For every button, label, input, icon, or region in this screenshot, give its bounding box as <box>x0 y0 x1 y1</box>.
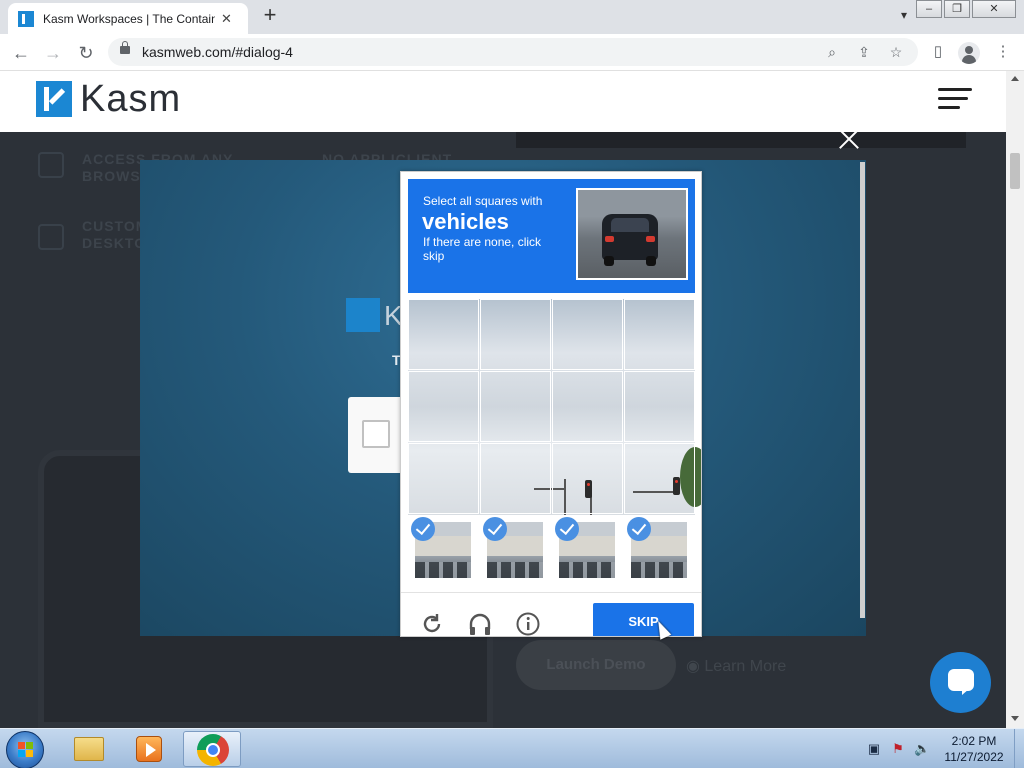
captcha-tile[interactable] <box>408 299 479 370</box>
captcha-tile[interactable] <box>624 371 695 442</box>
lock-icon[interactable] <box>120 41 130 54</box>
page-device-frame <box>516 132 966 148</box>
launch-demo-button[interactable]: Launch Demo <box>516 640 676 690</box>
page-scrollbar[interactable] <box>1006 71 1024 728</box>
reload-icon[interactable]: ↻ <box>73 40 99 66</box>
network-icon[interactable]: ▣ <box>866 741 882 757</box>
scroll-down-icon[interactable] <box>1011 716 1019 721</box>
play-icon: ◉ <box>686 658 705 675</box>
new-tab-button[interactable]: + <box>258 4 282 28</box>
captcha-instruction: Select all squares with <box>423 194 543 208</box>
tab-title: Kasm Workspaces | The Containe <box>43 11 215 26</box>
kasm-logo-icon[interactable] <box>36 81 72 117</box>
clock-time: 2:02 PM <box>951 734 997 748</box>
learn-more-label: Learn More <box>704 658 787 675</box>
captcha-challenge: Select all squares with vehicles If ther… <box>400 171 702 637</box>
folder-icon <box>74 737 104 761</box>
feature-browser-icon <box>38 152 64 178</box>
captcha-tile[interactable] <box>408 371 479 442</box>
zoom-search-icon[interactable]: ⌕ <box>822 42 842 62</box>
learn-more-link[interactable]: ◉ Learn More <box>686 656 786 676</box>
chat-bubble-icon <box>948 669 974 695</box>
share-icon[interactable]: ⇪ <box>854 42 874 62</box>
windows-taskbar: ▣ ⚑ 🔈 2:02 PM 11/27/2022 <box>0 728 1024 768</box>
modal-close-icon[interactable] <box>836 126 862 152</box>
modal-kasm-logo-icon <box>346 298 380 332</box>
scroll-up-icon[interactable] <box>1011 76 1019 81</box>
captcha-tile[interactable] <box>552 371 623 442</box>
chrome-icon <box>197 734 229 766</box>
window-controls: ‒ ❐ ✕ <box>914 0 1016 18</box>
profile-avatar-icon[interactable] <box>958 42 980 64</box>
taskbar-clock[interactable]: 2:02 PM 11/27/2022 <box>936 733 1012 765</box>
taskbar-chrome[interactable] <box>183 731 241 767</box>
captcha-tile[interactable] <box>408 443 479 514</box>
side-panel-icon[interactable]: ▯ <box>926 40 950 64</box>
kasm-favicon-icon <box>18 10 34 27</box>
captcha-sample-image <box>576 188 688 280</box>
minimize-button[interactable]: ‒ <box>916 0 942 18</box>
chat-support-button[interactable] <box>930 652 991 713</box>
captcha-skip-hint: If there are none, click skip <box>423 235 542 263</box>
captcha-header: Select all squares with vehicles If ther… <box>408 179 695 293</box>
modal-scrollbar[interactable] <box>860 162 865 618</box>
captcha-tile[interactable] <box>552 299 623 370</box>
captcha-image-grid <box>408 299 701 515</box>
hamburger-menu-icon[interactable] <box>938 88 972 110</box>
feature-text: CUSTOM <box>82 218 149 234</box>
taskbar-media-player[interactable] <box>120 731 178 767</box>
start-button[interactable] <box>6 731 44 768</box>
tab-kasm[interactable]: Kasm Workspaces | The Containe ✕ <box>8 3 248 34</box>
feature-desktop-icon <box>38 224 64 250</box>
captcha-tile[interactable] <box>480 443 551 514</box>
address-bar[interactable]: kasmweb.com/#dialog-4 ⌕ ⇪ ☆ <box>108 38 918 66</box>
taskbar-explorer[interactable] <box>60 731 118 767</box>
selected-check-icon <box>483 517 507 541</box>
media-player-icon <box>136 736 162 762</box>
captcha-tile[interactable] <box>624 299 695 370</box>
captcha-tile[interactable] <box>480 371 551 442</box>
selected-check-icon <box>555 517 579 541</box>
site-logo-text[interactable]: Kasm <box>80 78 181 121</box>
selected-check-icon <box>627 517 651 541</box>
restore-button[interactable]: ❐ <box>944 0 970 18</box>
url-text[interactable]: kasmweb.com/#dialog-4 <box>142 44 293 60</box>
tab-search-chevron-icon[interactable]: ▾ <box>895 8 913 26</box>
action-center-flag-icon[interactable]: ⚑ <box>890 741 906 757</box>
kebab-menu-icon[interactable]: ⋮ <box>991 40 1015 64</box>
captcha-tile[interactable] <box>552 443 623 514</box>
skip-button[interactable]: SKIP <box>593 603 694 636</box>
windows-logo-icon <box>18 742 34 758</box>
refresh-icon[interactable] <box>419 611 445 637</box>
scrollbar-thumb[interactable] <box>1010 153 1020 189</box>
captcha-tile[interactable] <box>624 443 695 514</box>
clock-date: 11/27/2022 <box>944 750 1004 764</box>
volume-icon[interactable]: 🔈 <box>914 741 930 757</box>
site-header: Kasm <box>0 71 1006 132</box>
selected-check-icon <box>411 517 435 541</box>
bookmark-star-icon[interactable]: ☆ <box>886 42 906 62</box>
tab-close-icon[interactable]: ✕ <box>221 11 232 27</box>
browser-toolbar: ← → ↻ kasmweb.com/#dialog-4 ⌕ ⇪ ☆ ▯ ⋮ <box>0 34 1024 71</box>
tab-strip: Kasm Workspaces | The Containe ✕ + ▾ ‒ ❐… <box>0 0 1024 34</box>
back-arrow-icon[interactable]: ← <box>8 40 34 66</box>
headphones-audio-icon[interactable] <box>467 611 493 637</box>
recaptcha-checkbox[interactable] <box>362 420 390 448</box>
show-desktop-button[interactable] <box>1014 729 1024 768</box>
info-icon[interactable] <box>515 611 541 637</box>
captcha-tile[interactable] <box>480 299 551 370</box>
close-window-button[interactable]: ✕ <box>972 0 1016 18</box>
captcha-target-object: vehicles <box>422 209 509 234</box>
forward-arrow-icon[interactable]: → <box>40 40 66 66</box>
